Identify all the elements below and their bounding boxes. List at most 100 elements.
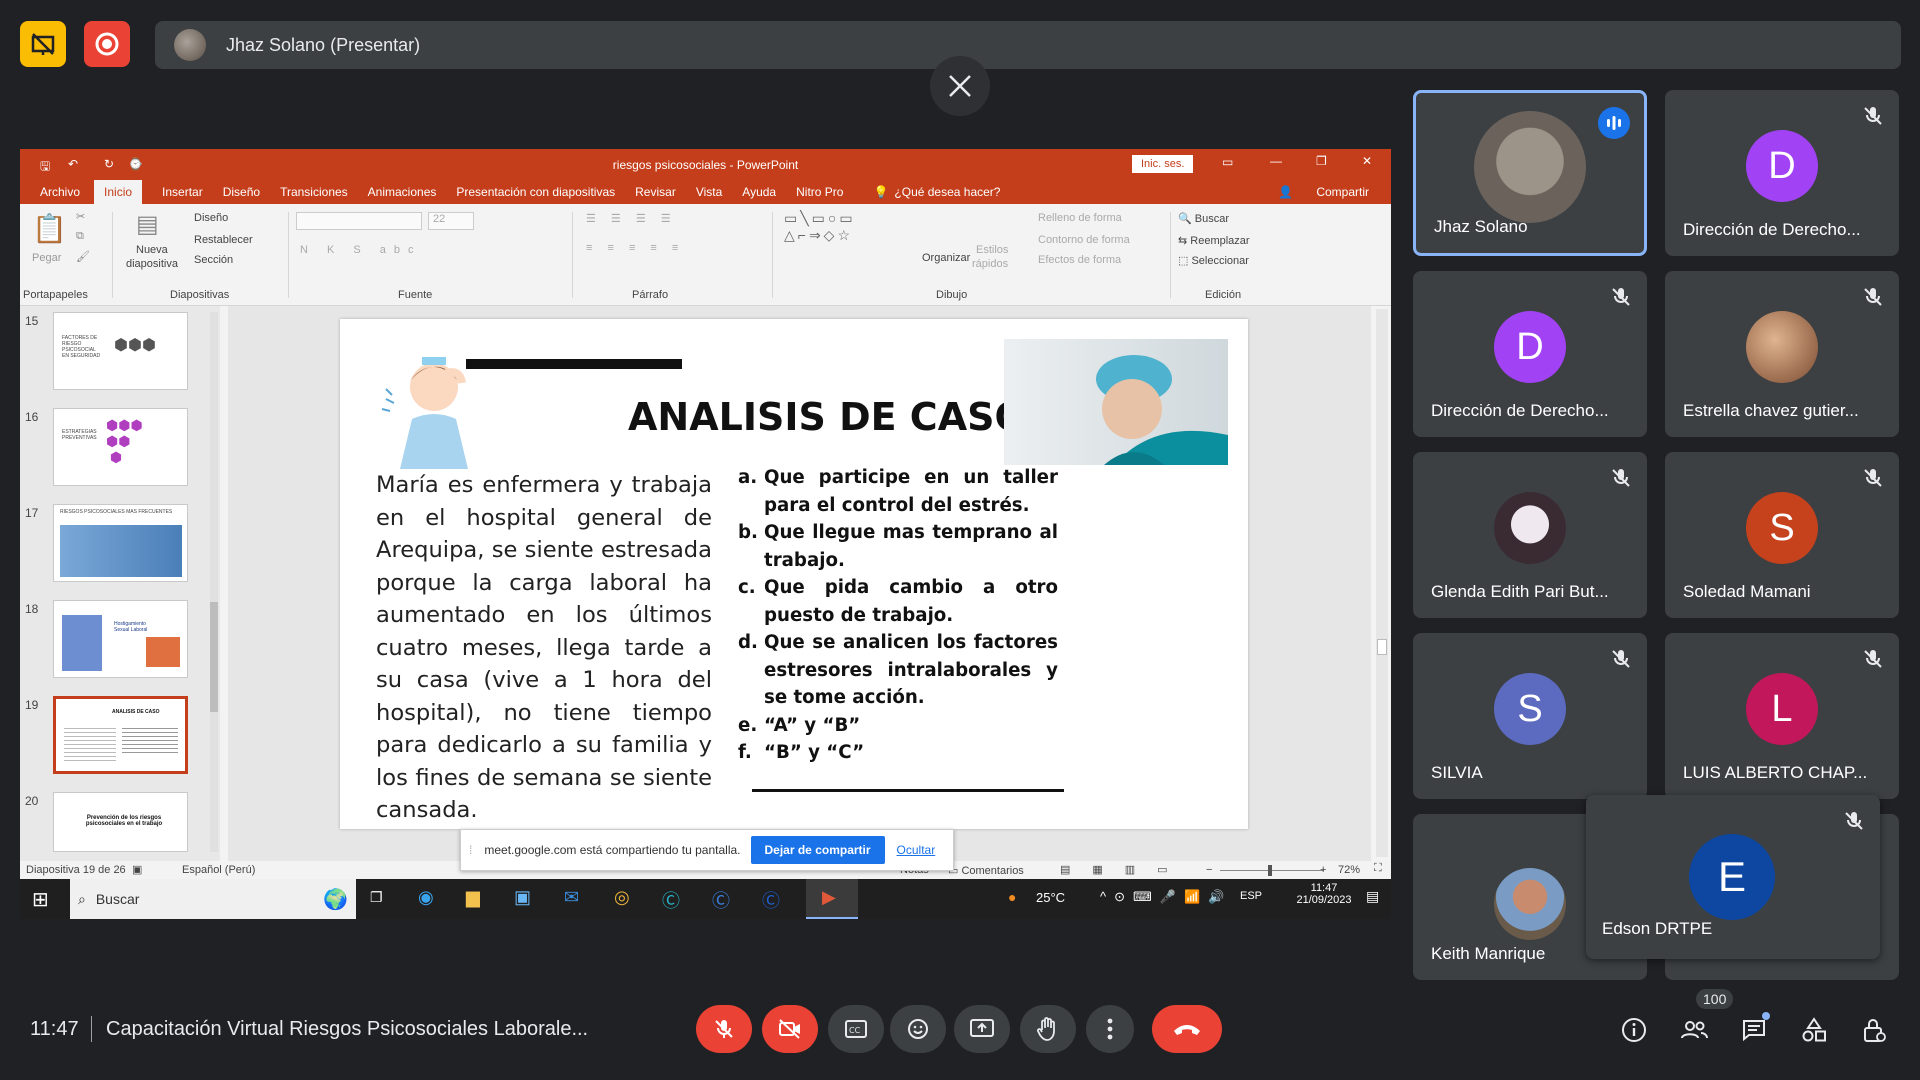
tab-archivo[interactable]: Archivo [40, 185, 80, 199]
thumbnail-slide-16[interactable]: ESTRATEGIAS PREVENTIVAS ⬢⬢⬢ ⬢⬢ ⬢ [53, 408, 188, 486]
list-icons[interactable]: ☰ ☰ ☰ ☰ [586, 212, 677, 225]
reset-button[interactable]: Restablecer [194, 234, 253, 246]
copy-icon[interactable]: ⧉ [76, 230, 84, 243]
c-app-2-icon[interactable]: Ⓒ [712, 887, 730, 913]
system-tray-icons[interactable]: ^⊙⌨🎤📶🔊 [1100, 889, 1232, 905]
input-language[interactable]: ESP [1240, 890, 1262, 902]
taskbar-clock[interactable]: 11:47 21/09/2023 [1294, 882, 1354, 906]
shape-outline-button[interactable]: Contorno de forma [1038, 234, 1130, 246]
comments-button[interactable]: ▭ Comentarios [948, 864, 1024, 877]
raise-hand-button[interactable] [1020, 1005, 1076, 1053]
chat-button[interactable] [1736, 1012, 1772, 1048]
quick-styles-button[interactable]: Estilos [976, 244, 1008, 256]
new-slide-label[interactable]: Nueva [136, 244, 168, 256]
activities-button[interactable] [1796, 1012, 1832, 1048]
notifications-icon[interactable]: ▤ [1366, 888, 1379, 905]
close-share-button[interactable] [930, 56, 990, 116]
close-window-button[interactable]: ✕ [1362, 154, 1372, 168]
font-size-box[interactable]: 22 [428, 212, 474, 230]
file-explorer-icon[interactable]: ▆ [466, 887, 480, 908]
meeting-details-button[interactable] [1616, 1012, 1652, 1048]
font-name-box[interactable] [296, 212, 422, 230]
zoom-in-button[interactable]: + [1320, 864, 1326, 876]
align-icons[interactable]: ≡ ≡ ≡ ≡ ≡ [586, 242, 684, 254]
mail-icon[interactable]: ✉ [564, 887, 579, 908]
participant-tile[interactable]: D Dirección de Derecho... [1413, 271, 1647, 437]
tab-transiciones[interactable]: Transiciones [280, 185, 348, 199]
slide-canvas[interactable]: ANALISIS DE CASO María es enfermera y tr… [340, 319, 1248, 829]
participant-tile[interactable]: Estrella chavez gutier... [1665, 271, 1899, 437]
task-view-icon[interactable]: ❐ [370, 889, 383, 906]
c-app-icon[interactable]: Ⓒ [662, 887, 680, 913]
tab-insertar[interactable]: Insertar [162, 185, 203, 199]
shape-fill-button[interactable]: Relleno de forma [1038, 212, 1122, 224]
participant-tile[interactable]: D Dirección de Derecho... [1665, 90, 1899, 256]
section-button[interactable]: Sección [194, 254, 233, 266]
view-buttons[interactable]: ▤▦▥▭ [1060, 863, 1190, 876]
select-button[interactable]: ⬚ Seleccionar [1178, 254, 1249, 267]
slide-scrollbar[interactable] [1376, 309, 1388, 857]
find-button[interactable]: 🔍 Buscar [1178, 212, 1229, 225]
tab-inicio[interactable]: Inicio [94, 180, 143, 204]
quick-styles-button-2[interactable]: rápidos [972, 258, 1008, 270]
font-style-icons[interactable]: N K S abc [300, 244, 422, 256]
captions-button[interactable]: CC [828, 1005, 884, 1053]
zoom-out-button[interactable]: − [1206, 864, 1212, 876]
powerpoint-taskbar-button[interactable]: ▶ [806, 879, 858, 919]
hide-notice-link[interactable]: Ocultar [897, 843, 936, 857]
new-slide-label-2[interactable]: diapositiva [126, 258, 178, 270]
layout-button[interactable]: Diseño [194, 212, 228, 224]
language-status[interactable]: Español (Perú) [182, 864, 255, 876]
participant-tile-self[interactable]: E Edson DRTPE [1586, 795, 1880, 959]
zoom-slider[interactable] [1220, 865, 1324, 876]
camera-button[interactable] [762, 1005, 818, 1053]
share-button[interactable]: 👤 Compartir [1278, 185, 1369, 199]
drag-handle-icon[interactable]: ⁞ [469, 843, 472, 857]
leave-call-button[interactable] [1152, 1005, 1222, 1053]
c-app-3-icon[interactable]: Ⓒ [762, 887, 780, 913]
tab-diseno[interactable]: Diseño [223, 185, 260, 199]
edge-icon[interactable]: ◉ [418, 887, 434, 908]
paste-icon[interactable]: 📋 [32, 212, 67, 245]
zoom-level[interactable]: 72% [1338, 864, 1360, 876]
tab-ayuda[interactable]: Ayuda [742, 185, 776, 199]
chrome-icon[interactable]: ◎ [614, 887, 630, 908]
tab-vista[interactable]: Vista [696, 185, 722, 199]
scrollbar-thumb[interactable] [1377, 639, 1387, 655]
store-icon[interactable]: ▣ [514, 887, 531, 908]
participant-tile[interactable]: Glenda Edith Pari But... [1413, 452, 1647, 618]
participant-tile[interactable]: S SILVIA [1413, 633, 1647, 799]
minimize-button[interactable]: — [1270, 154, 1282, 168]
format-painter-icon[interactable]: 🖌 [76, 250, 90, 263]
scrollbar-thumb[interactable] [210, 602, 218, 712]
tab-presentacion[interactable]: Presentación con diapositivas [456, 185, 615, 199]
spell-check-icon[interactable]: ▣ [132, 863, 142, 876]
participant-tile[interactable]: L LUIS ALBERTO CHAP... [1665, 633, 1899, 799]
new-slide-icon[interactable]: ▤ [136, 210, 159, 239]
present-button[interactable] [954, 1005, 1010, 1053]
tell-me-input[interactable]: ¿Qué desea hacer? [894, 185, 1000, 199]
more-options-button[interactable] [1086, 1005, 1134, 1053]
paste-label[interactable]: Pegar [32, 252, 61, 264]
temperature[interactable]: 25°C [1036, 890, 1065, 905]
thumbnail-slide-19[interactable]: ANALISIS DE CASO [53, 696, 188, 774]
stop-sharing-button[interactable]: Dejar de compartir [750, 836, 885, 864]
tab-revisar[interactable]: Revisar [635, 185, 676, 199]
thumbnail-slide-20[interactable]: Prevención de los riesgos psicosociales … [53, 792, 188, 852]
tab-animaciones[interactable]: Animaciones [368, 185, 437, 199]
restore-button[interactable]: ❐ [1316, 154, 1327, 168]
reactions-button[interactable] [890, 1005, 946, 1053]
replace-button[interactable]: ⇆ Reemplazar [1178, 234, 1250, 247]
people-button[interactable]: 100 [1676, 989, 1734, 1048]
zoom-slider-thumb[interactable] [1268, 865, 1272, 876]
thumbnail-slide-15[interactable]: FACTORES DE RIESGO PSICOSOCIAL EN SEGURI… [53, 312, 188, 390]
microphone-button[interactable] [696, 1005, 752, 1053]
weather-icon[interactable]: ● [1008, 889, 1016, 905]
thumbnail-slide-17[interactable]: RIESGOS PSICOSOCIALES MAS FRECUENTES [53, 504, 188, 582]
recording-button[interactable] [84, 21, 130, 67]
fit-slide-icon[interactable]: ⛶ [1374, 862, 1382, 875]
windows-start-icon[interactable]: ⊞ [32, 887, 49, 912]
cut-icon[interactable]: ✂ [76, 210, 85, 223]
arrange-button[interactable]: Organizar [922, 252, 970, 264]
shapes-gallery[interactable]: ▭╲▭○▭ △⌐⇒◇☆ [784, 210, 856, 244]
